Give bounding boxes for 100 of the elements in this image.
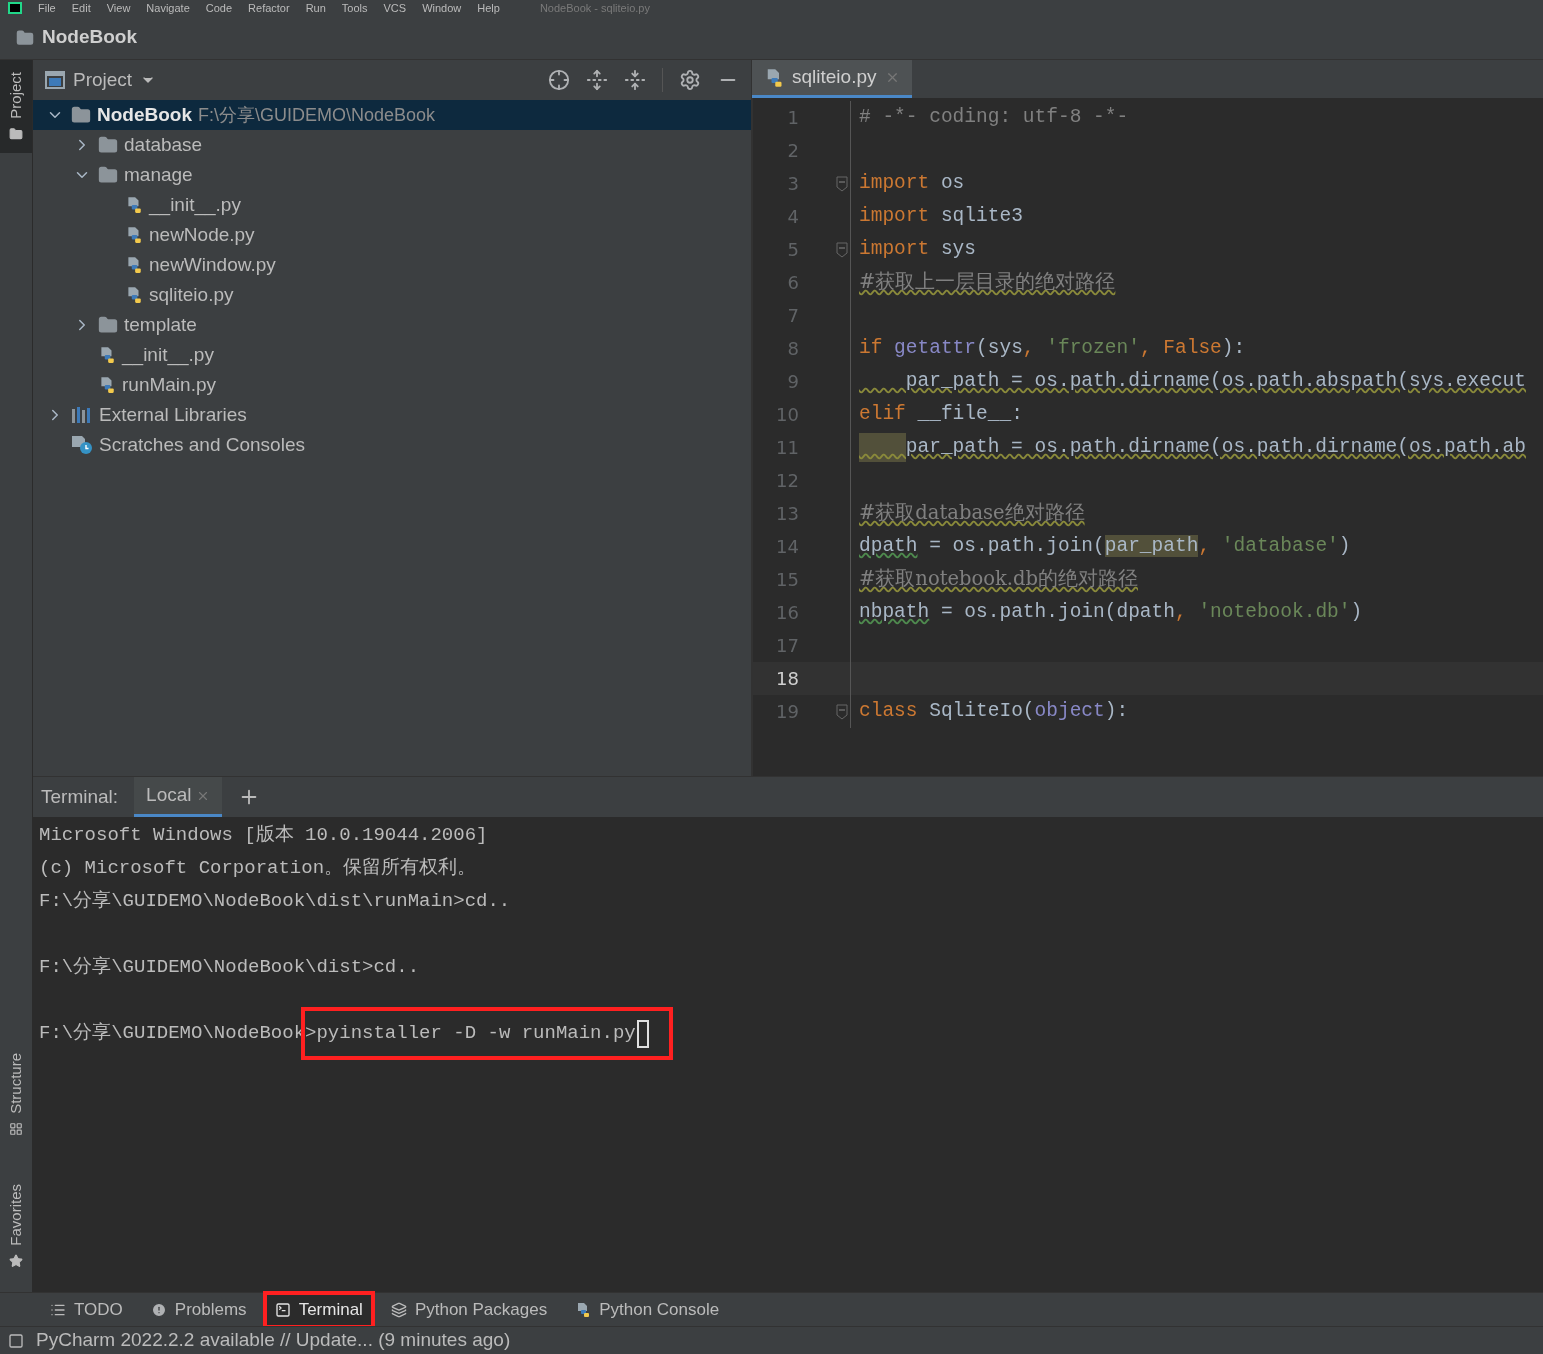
python-file-icon — [98, 346, 116, 364]
tree-item[interactable]: Scratches and Consoles — [33, 430, 751, 460]
menu-item[interactable]: Navigate — [146, 2, 190, 14]
line-number: 17 — [775, 634, 799, 658]
tool-window-tab[interactable]: Terminal — [264, 1292, 373, 1327]
terminal-prompt: F:\分享\GUIDEMO\NodeBook — [39, 1021, 306, 1047]
line-number: 1 — [786, 106, 799, 130]
code-line: import sys — [859, 236, 977, 262]
terminal-icon — [274, 1301, 291, 1318]
tree-item[interactable]: newNode.py — [33, 220, 751, 250]
python-file-icon — [125, 286, 143, 304]
editor-tab[interactable]: sqliteio.py — [752, 60, 912, 98]
line-number: 15 — [775, 568, 799, 592]
folder-icon — [98, 135, 118, 155]
tree-item[interactable]: template — [33, 310, 751, 340]
layout-icon[interactable] — [8, 1332, 24, 1349]
menu-item[interactable]: File — [38, 2, 56, 14]
session-tab[interactable]: Local — [134, 777, 222, 817]
folder-icon — [98, 165, 118, 185]
line-number: 5 — [786, 238, 799, 262]
python-file-icon — [98, 376, 116, 394]
code-line: nbpath = os.path.join(dpath, 'notebook.db') — [859, 599, 1363, 625]
tool-window-tab[interactable]: Problems — [140, 1292, 257, 1327]
terminal-command[interactable]: >pyinstaller -D -w runMain.py — [305, 1011, 669, 1056]
expand-all-icon[interactable] — [586, 69, 608, 91]
line-number: 8 — [786, 337, 799, 361]
menu-item[interactable]: Edit — [71, 2, 91, 14]
tree-item[interactable]: runMain.py — [33, 370, 751, 400]
code-line: par_path = os.path.dirname(os.path.dirname(os.path.ab — [859, 432, 1526, 463]
breadcrumb-item[interactable]: NodeBook — [42, 23, 137, 52]
locate-icon[interactable] — [548, 69, 570, 91]
folder-icon — [9, 126, 23, 141]
folder-icon — [71, 105, 91, 125]
collapse-all-icon[interactable] — [624, 69, 646, 91]
line-number: 2 — [786, 139, 799, 163]
code-line: if getattr(sys, 'frozen', False): — [859, 335, 1246, 361]
tree-item[interactable]: sqliteio.py — [33, 280, 751, 310]
tree-item[interactable]: newWindow.py — [33, 250, 751, 280]
tree-item[interactable]: manage — [33, 160, 751, 190]
python-icon — [575, 1301, 592, 1318]
menu-item[interactable]: Tools — [341, 2, 368, 14]
line-number: 6 — [786, 271, 799, 295]
line-number: 10 — [775, 403, 799, 427]
line-number: 11 — [775, 436, 799, 460]
code-line: import sqlite3 — [859, 203, 1023, 229]
window-title: NodeBook - sqliteio.py — [539, 2, 650, 14]
terminal-output: (c) Microsoft Corporation。保留所有权利。 — [39, 856, 477, 882]
terminal-output: F:\分享\GUIDEMO\NodeBook\dist\runMain>cd.. — [39, 889, 511, 915]
structure-icon — [9, 1122, 23, 1137]
fold-marker-icon[interactable] — [836, 175, 848, 192]
side-tab[interactable]: Project — [0, 60, 32, 153]
terminal-output: F:\分享\GUIDEMO\NodeBook\dist>cd.. — [39, 955, 420, 981]
scratches-icon — [71, 435, 93, 455]
line-number: 19 — [775, 700, 799, 724]
line-number: 12 — [775, 469, 799, 493]
line-number: 18 — [775, 667, 799, 691]
fold-marker-icon[interactable] — [836, 241, 848, 258]
tree-item[interactable]: __init__.py — [33, 190, 751, 220]
code-line: #获取notebook.db的绝对路径 — [859, 565, 1138, 592]
text-cursor — [636, 1019, 649, 1048]
code-line: par_path = os.path.dirname(os.path.abspath(sys.execut — [904, 368, 1526, 394]
line-number: 16 — [775, 601, 799, 625]
folder-icon — [16, 28, 34, 47]
star-icon — [9, 1254, 23, 1268]
menu-item[interactable]: Window — [422, 2, 462, 14]
menu-item[interactable]: Help — [477, 2, 500, 14]
tree-item[interactable]: database — [33, 130, 751, 160]
layers-icon — [390, 1301, 407, 1318]
tool-window-tab[interactable]: Python Packages — [380, 1292, 558, 1327]
code-line: import os — [859, 170, 965, 196]
python-file-icon — [125, 256, 143, 274]
tree-item[interactable]: __init__.py — [33, 340, 751, 370]
app-logo-icon — [8, 2, 22, 14]
menu-item[interactable]: VCS — [383, 2, 407, 14]
tool-window-tab[interactable]: TODO — [40, 1292, 133, 1327]
window-icon — [45, 71, 65, 89]
menu-item[interactable]: View — [106, 2, 131, 14]
line-number: 7 — [786, 304, 799, 328]
line-number: 14 — [775, 535, 799, 559]
python-file-icon — [125, 226, 143, 244]
settings-icon[interactable] — [679, 69, 701, 91]
project-view-dropdown[interactable]: Project — [73, 65, 157, 95]
code-line: # -*- coding: utf-8 -*- — [859, 104, 1129, 130]
code-line: #获取上一层目录的绝对路径 — [859, 268, 1116, 295]
terminal-label: Terminal: — [41, 784, 119, 809]
python-file-icon — [125, 196, 143, 214]
menu-item[interactable]: Refactor — [248, 2, 290, 14]
menu-item[interactable]: Code — [205, 2, 233, 14]
code-line: dpath = os.path.join(par_path, 'database') — [859, 533, 1351, 559]
libraries-icon — [71, 406, 93, 424]
terminal-output: Microsoft Windows [版本 10.0.19044.2006] — [39, 823, 488, 849]
line-number: 4 — [786, 205, 799, 229]
fold-marker-icon[interactable] — [836, 703, 848, 720]
tree-item[interactable]: External Libraries — [33, 400, 751, 430]
code-line: class SqliteIo(object): — [859, 698, 1129, 724]
line-number: 9 — [786, 370, 799, 394]
tool-window-tab[interactable]: Python Console — [565, 1292, 730, 1327]
tree-item[interactable]: NodeBook F:\分享\GUIDEMO\NodeBook — [33, 100, 751, 130]
code-line: elif __file__: — [859, 401, 1023, 427]
menu-item[interactable]: Run — [305, 2, 326, 14]
